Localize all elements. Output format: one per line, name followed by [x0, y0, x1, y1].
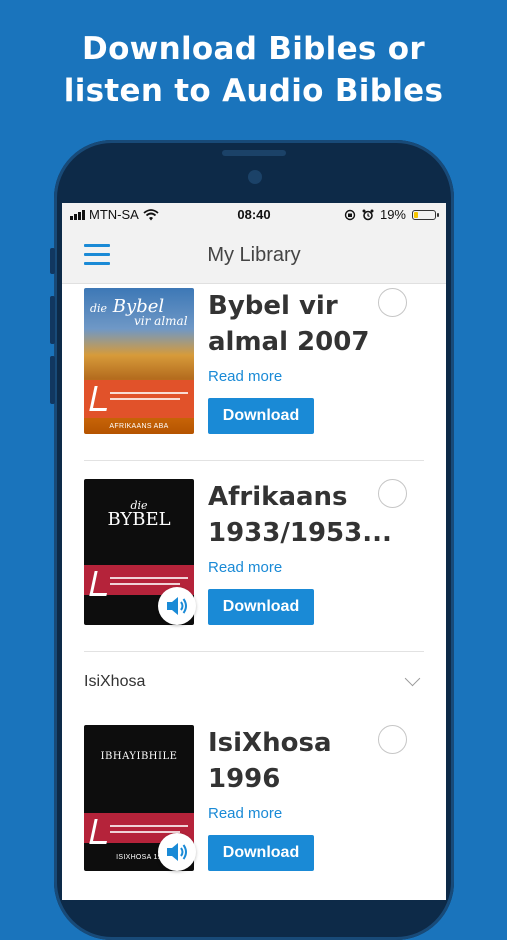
promo-line-2: listen to Audio Bibles: [63, 73, 444, 109]
download-button[interactable]: Download: [208, 835, 314, 871]
battery-fill: [414, 211, 418, 218]
select-radio[interactable]: [378, 288, 407, 317]
promo-headline: Download Bibles or listen to Audio Bible…: [0, 28, 507, 112]
bible-cover-image: die Bybel vir almal AFRIKAANS ABA: [84, 288, 194, 434]
cover-subtitle: vir almal: [134, 314, 188, 328]
section-label: IsiXhosa: [84, 673, 146, 690]
read-more-link[interactable]: Read more: [208, 805, 282, 822]
list-item: die BYBEL Afrikaans 1933/1953... Read mo…: [84, 479, 424, 659]
audio-speaker-icon[interactable]: [158, 587, 196, 625]
list-item: die Bybel vir almal AFRIKAANS ABA Bybel …: [84, 288, 424, 468]
phone-speaker: [222, 150, 286, 156]
cover-footer: AFRIKAANS ABA: [109, 423, 169, 430]
rotation-lock-icon: [344, 209, 356, 220]
phone-volume-up: [50, 296, 55, 344]
divider: [84, 651, 424, 652]
app-screen: MTN-SA 08:40 19% My Library die Bybel vi…: [62, 203, 446, 900]
promo-line-1: Download Bibles or: [82, 31, 425, 67]
read-more-link[interactable]: Read more: [208, 368, 282, 385]
cover-word: BYBEL: [107, 509, 171, 530]
status-bar: MTN-SA 08:40 19%: [62, 203, 446, 227]
phone-volume-down: [50, 356, 55, 404]
page-title: My Library: [207, 244, 301, 266]
battery-percent: 19%: [379, 207, 406, 222]
bible-society-logo-icon: [89, 819, 112, 844]
select-radio[interactable]: [378, 479, 407, 508]
bible-society-logo-icon: [89, 571, 112, 596]
audio-speaker-icon[interactable]: [158, 833, 196, 871]
bible-title: IsiXhosa 1996: [208, 728, 332, 794]
phone-camera: [248, 170, 262, 184]
phone-mute-switch: [50, 248, 55, 274]
read-more-link[interactable]: Read more: [208, 559, 282, 576]
cover-word: IBHAYIBHILE: [100, 751, 178, 762]
download-button[interactable]: Download: [208, 398, 314, 434]
download-button[interactable]: Download: [208, 589, 314, 625]
navigation-bar: My Library: [62, 227, 446, 284]
alarm-icon: [362, 209, 374, 220]
select-radio[interactable]: [378, 725, 407, 754]
language-section-header[interactable]: IsiXhosa: [84, 661, 424, 701]
status-right: 19%: [344, 207, 439, 222]
bible-society-logo-icon: [89, 386, 112, 411]
divider: [84, 460, 424, 461]
cover-band: [84, 380, 194, 418]
bible-title: Afrikaans 1933/1953...: [208, 482, 392, 548]
bible-title: Bybel vir almal 2007: [208, 291, 370, 357]
list-item: IBHAYIBHILE ISIXHOSA 19 IsiXhosa 1996 Re…: [84, 725, 424, 900]
chevron-down-icon: [404, 670, 421, 687]
battery-icon: [412, 209, 439, 220]
